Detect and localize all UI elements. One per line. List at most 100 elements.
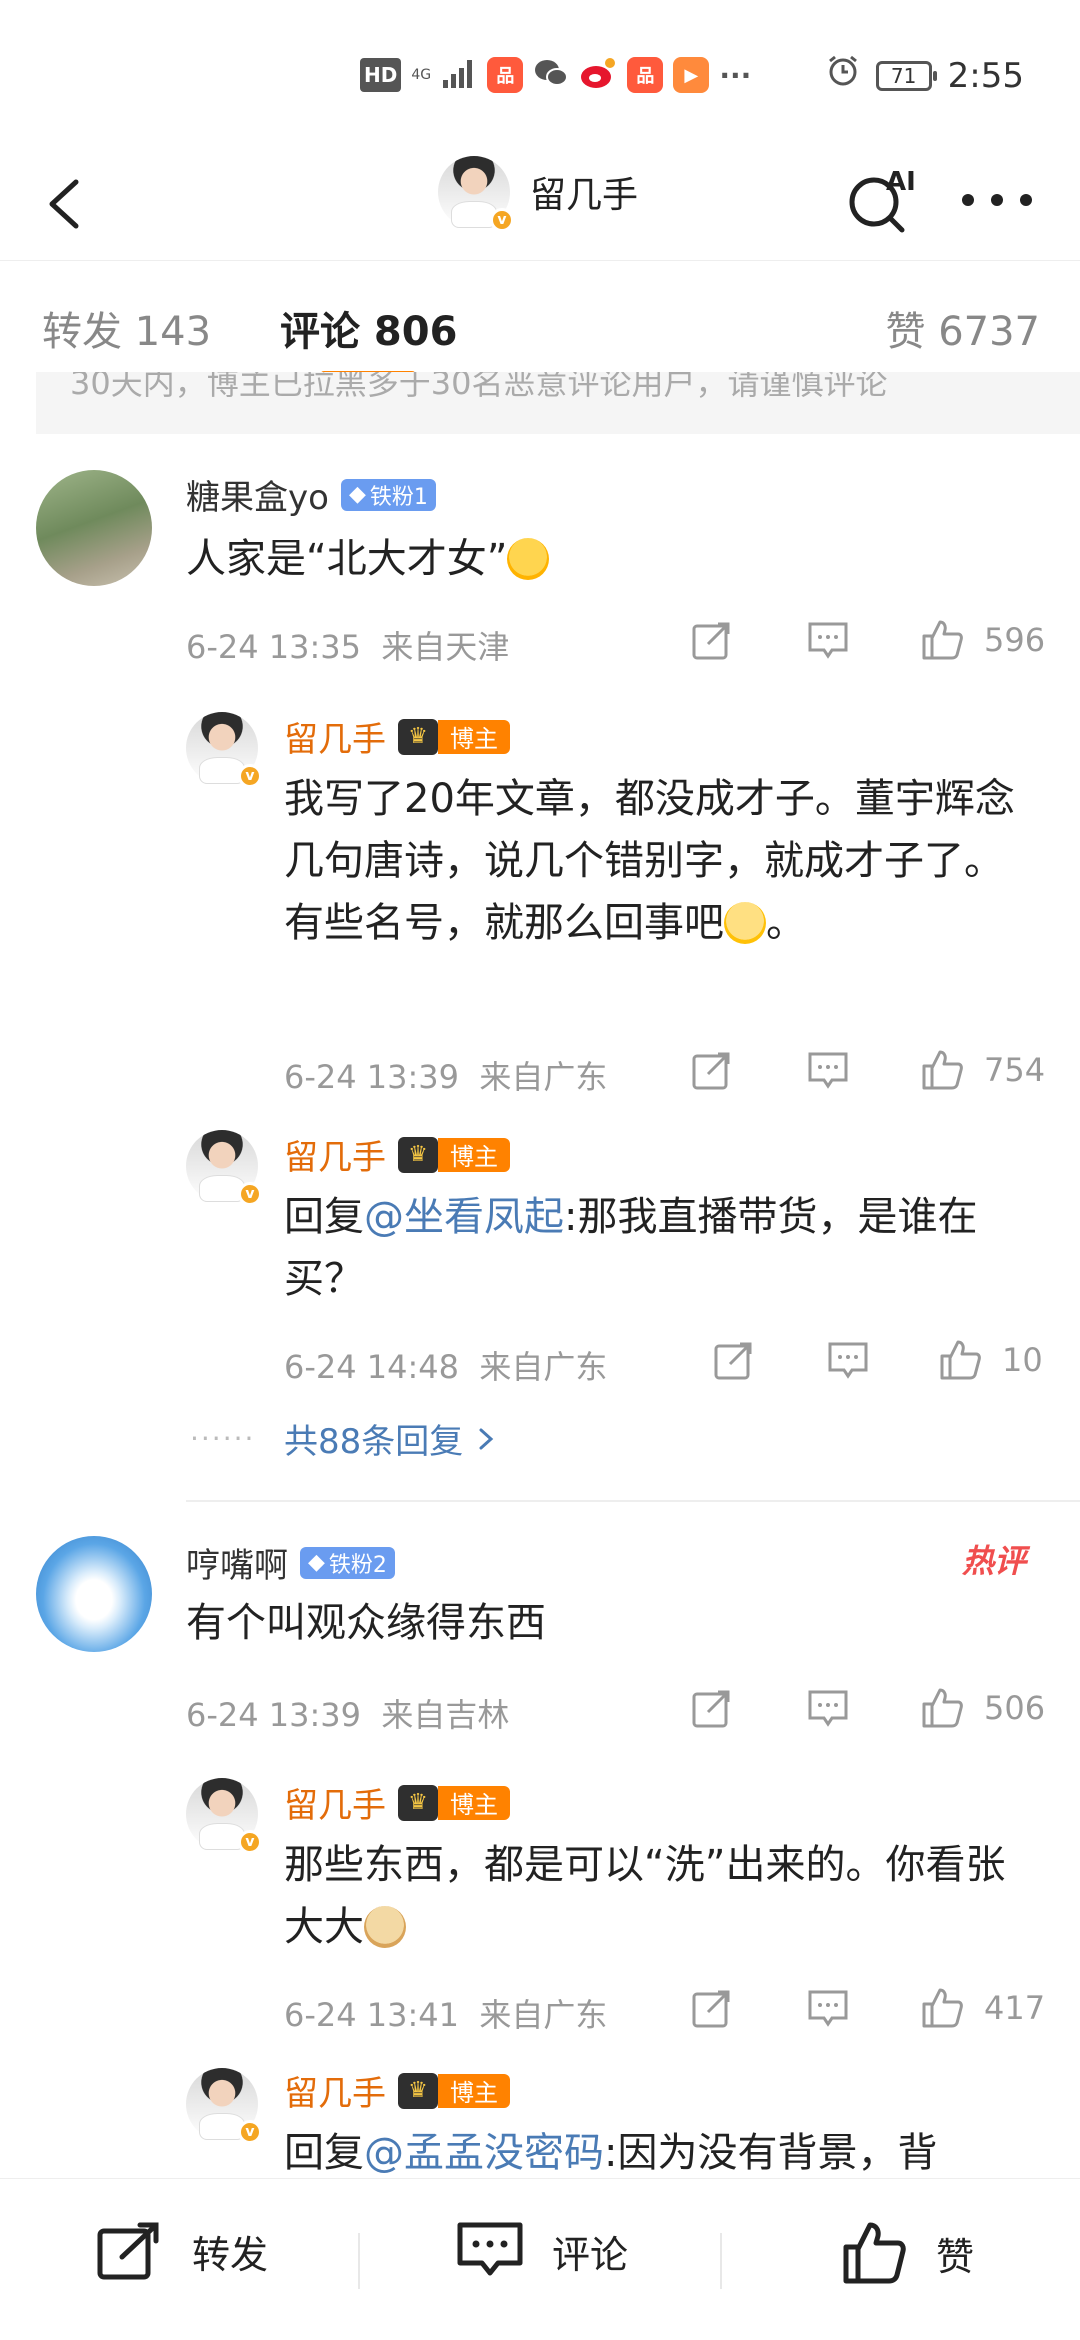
- reply-header: 留几手 ♛ 博主: [284, 1778, 510, 1827]
- bar-separator: [358, 2233, 360, 2289]
- commenter-name[interactable]: 糖果盒yo: [186, 470, 329, 519]
- verified-badge-icon: v: [238, 1182, 262, 1206]
- like-action[interactable]: 10: [936, 1336, 1043, 1384]
- comment-icon: [808, 1690, 848, 1727]
- tab-comment[interactable]: 评论 806: [280, 299, 457, 357]
- doge-emoji-icon: [364, 1906, 406, 1948]
- repost-action[interactable]: [690, 618, 734, 662]
- commenter-avatar[interactable]: [36, 470, 152, 586]
- reply-time: 6-24 14:48 来自广东: [284, 1348, 608, 1386]
- clock: 2:55: [947, 55, 1024, 96]
- reply-action[interactable]: [806, 1686, 850, 1730]
- mention-link[interactable]: @坐看凤起: [364, 1194, 564, 1240]
- repost-button[interactable]: 转发: [96, 2219, 268, 2283]
- app-notification-icon: 品: [487, 57, 524, 93]
- share-icon: [692, 1990, 730, 2028]
- chevron-right-icon: [479, 1428, 494, 1449]
- blogger-badge: ♛ 博主: [398, 1136, 510, 1173]
- diamond-icon: ◆: [348, 482, 366, 507]
- author-name[interactable]: 留几手: [284, 2066, 386, 2115]
- more-replies-link[interactable]: 共88条回复: [284, 1414, 497, 1463]
- status-right-icons: 71 2:55: [826, 54, 1024, 97]
- commenter-avatar[interactable]: [36, 1536, 152, 1652]
- bottom-action-bar: 转发 评论 赞: [0, 2178, 1080, 2340]
- battery-icon: 71: [875, 60, 937, 91]
- back-button[interactable]: [36, 164, 96, 244]
- author-avatar[interactable]: v: [186, 712, 262, 788]
- smile-emoji-icon: [724, 902, 766, 944]
- author-name[interactable]: 留几手: [284, 1778, 386, 1827]
- thumbs-up-icon: [922, 1688, 963, 1728]
- comment-icon: [808, 1052, 848, 1089]
- reply-text: 回复@孟孟没密码:因为没有背景，背: [284, 2130, 938, 2176]
- author-name[interactable]: 留几手: [284, 1130, 386, 1179]
- more-dot-icon: [1020, 194, 1032, 206]
- author-name[interactable]: 留几手: [284, 712, 386, 761]
- profile-header[interactable]: v 留几手: [438, 156, 638, 232]
- reply-header: 留几手 ♛ 博主: [284, 712, 510, 761]
- comment-icon: [828, 1342, 868, 1379]
- ai-search-icon: AI: [849, 167, 916, 233]
- comment-text: 人家是“北大才女”: [186, 528, 1026, 590]
- reply-text: 那些东西，都是可以“洗”出来的。你看张大大: [284, 1842, 1006, 1950]
- share-icon: [714, 1342, 752, 1380]
- reply-action[interactable]: [806, 1048, 850, 1092]
- like-count: 754: [984, 1051, 1046, 1089]
- thumbs-up-icon: [922, 1050, 963, 1090]
- tab-like[interactable]: 赞 6737: [885, 299, 1040, 357]
- more-dot-icon: [962, 194, 974, 206]
- author-avatar[interactable]: v: [186, 2068, 262, 2144]
- author-avatar[interactable]: v: [438, 156, 514, 232]
- more-notifications-icon: ···: [719, 58, 752, 92]
- comment-header: 哼嘴啊 ◆ 铁粉2: [186, 1538, 395, 1587]
- blogger-badge: ♛ 博主: [398, 718, 510, 755]
- like-action[interactable]: 754: [918, 1046, 1045, 1094]
- weibo-icon: [579, 56, 617, 94]
- reply-time: 6-24 13:39 来自广东: [284, 1058, 608, 1096]
- fan-badge: ◆ 铁粉1: [340, 478, 436, 511]
- author-avatar[interactable]: v: [186, 1778, 262, 1854]
- repost-action[interactable]: [690, 1686, 734, 1730]
- reply-text: 回复@坐看凤起:那我直播带货，是谁在买？: [284, 1194, 978, 1302]
- comment-button[interactable]: 评论: [456, 2219, 628, 2283]
- wechat-icon: [533, 57, 569, 93]
- signal-icon: [443, 58, 477, 92]
- share-icon: [692, 1052, 730, 1090]
- repost-action[interactable]: [690, 1986, 734, 2030]
- comment-time: 6-24 13:35 来自天津: [186, 628, 510, 666]
- like-action[interactable]: 596: [918, 616, 1045, 664]
- like-count: 10: [1002, 1341, 1043, 1379]
- ai-search-button[interactable]: AI: [840, 158, 920, 238]
- more-options-button[interactable]: [962, 180, 1032, 220]
- reply-action[interactable]: [806, 618, 850, 662]
- mention-link[interactable]: @孟孟没密码: [364, 2130, 604, 2176]
- reply-action[interactable]: [826, 1338, 870, 1382]
- verified-badge-icon: v: [490, 208, 514, 232]
- like-button[interactable]: 赞: [840, 2219, 974, 2287]
- repost-action[interactable]: [690, 1048, 734, 1092]
- like-count: 417: [984, 1989, 1046, 2027]
- like-action[interactable]: 417: [918, 1984, 1045, 2032]
- svg-text:AI: AI: [886, 167, 916, 197]
- comment-text: 有个叫观众缘得东西: [186, 1600, 546, 1646]
- reply-text: 我写了20年文章，都没成才子。董宇辉念几句唐诗，说几个错别字，就成才子了。有些名…: [284, 776, 1015, 946]
- reply-action[interactable]: [806, 1986, 850, 2030]
- crown-icon: ♛: [398, 718, 438, 755]
- thumbs-up-icon: [940, 1340, 981, 1380]
- chevron-left-icon: [49, 179, 79, 229]
- drool-emoji-icon: [507, 538, 550, 580]
- repost-action[interactable]: [712, 1338, 756, 1382]
- like-count: 596: [984, 621, 1046, 659]
- bar-separator: [720, 2233, 722, 2289]
- comment-time: 6-24 13:39 来自吉林: [186, 1696, 510, 1734]
- reply-time: 6-24 13:41 来自广东: [284, 1996, 608, 2034]
- reply-header: 留几手 ♛ 博主: [284, 1130, 510, 1179]
- author-avatar[interactable]: v: [186, 1130, 262, 1206]
- dots-separator: ······: [190, 1422, 256, 1455]
- comment-header: 糖果盒yo ◆ 铁粉1: [186, 470, 436, 519]
- hot-comment-tag: 热评: [962, 1542, 1027, 1580]
- tab-repost[interactable]: 转发 143: [42, 299, 211, 357]
- like-action[interactable]: 506: [918, 1684, 1045, 1732]
- commenter-name[interactable]: 哼嘴啊: [186, 1538, 288, 1587]
- hd-indicator: HD: [360, 58, 402, 92]
